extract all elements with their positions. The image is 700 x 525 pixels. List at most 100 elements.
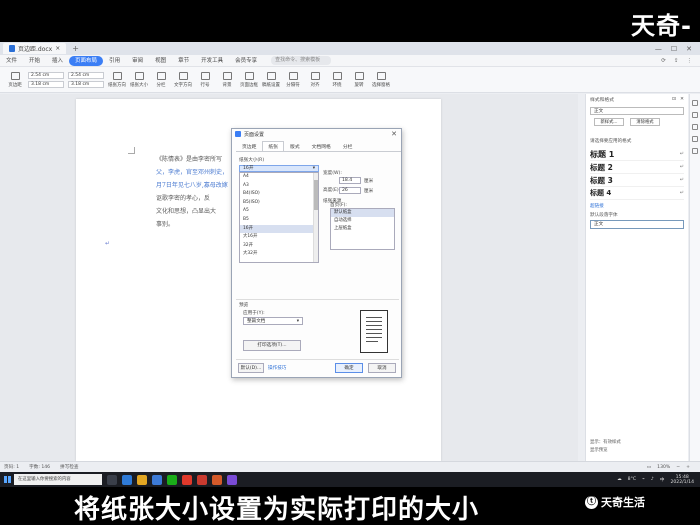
background-button[interactable]: 背景: [218, 69, 236, 91]
menu-developer[interactable]: 开发工具: [195, 56, 229, 66]
menu-home[interactable]: 开始: [23, 56, 46, 66]
style-hyperlink[interactable]: 超链接: [590, 203, 684, 209]
paper-size-button[interactable]: 纸张大小: [130, 69, 148, 91]
orientation-button[interactable]: 纸张方向: [108, 69, 126, 91]
style-default-font[interactable]: 默认段落字体: [590, 212, 684, 218]
ppt-icon[interactable]: [212, 474, 222, 485]
text-direction-button[interactable]: 文字方向: [174, 69, 192, 91]
style-heading-3[interactable]: 标题 3 ↵: [590, 174, 684, 187]
media-icon[interactable]: [227, 474, 237, 485]
list-item[interactable]: 大32开: [240, 250, 318, 259]
width-input[interactable]: 18.4: [339, 177, 361, 184]
list-item-selected[interactable]: 默认纸盒: [331, 209, 394, 217]
start-button[interactable]: [0, 472, 14, 487]
height-input[interactable]: 26: [339, 187, 361, 194]
list-item[interactable]: A3: [240, 182, 318, 191]
close-tab-icon[interactable]: ×: [55, 45, 60, 52]
scroll-thumb[interactable]: [314, 180, 318, 210]
ok-button[interactable]: 确定: [335, 363, 363, 373]
print-options-button[interactable]: 打印选项(T)...: [243, 340, 301, 351]
new-tab-icon[interactable]: +: [72, 44, 79, 53]
clear-format-button[interactable]: 清除格式: [630, 118, 660, 126]
tab-columns[interactable]: 分栏: [337, 141, 359, 151]
pin-icon[interactable]: ⊡: [672, 97, 676, 102]
tips-link[interactable]: 操作技巧: [268, 365, 286, 371]
new-style-button[interactable]: 新样式...: [594, 118, 624, 126]
style-body[interactable]: 正文: [590, 220, 684, 229]
page-number-status[interactable]: 页码: 1: [4, 464, 19, 470]
line-number-button[interactable]: 行号: [196, 69, 214, 91]
zoom-in-icon[interactable]: +: [686, 465, 690, 470]
columns-button[interactable]: 分栏: [152, 69, 170, 91]
menu-review[interactable]: 审阅: [126, 56, 149, 66]
menu-page-layout[interactable]: 页面布局: [69, 55, 104, 66]
share-icon[interactable]: ⇪: [674, 58, 679, 64]
paper-size-select[interactable]: 16开 ▾: [239, 165, 319, 172]
list-scrollbar[interactable]: [313, 173, 318, 262]
align-button[interactable]: 对齐: [306, 69, 324, 91]
tab-doc-grid[interactable]: 文档网格: [306, 141, 337, 151]
shape-icon[interactable]: [692, 136, 698, 142]
network-icon[interactable]: ⌁: [642, 477, 645, 482]
spell-check-status[interactable]: 拼写检查: [60, 464, 78, 470]
clock[interactable]: 15:48 2022/1/14: [670, 475, 694, 485]
more-icon[interactable]: ⋮: [687, 58, 693, 64]
right-margin-field[interactable]: 3.18 cm: [68, 80, 104, 88]
view-mode-icon[interactable]: ▭: [647, 465, 651, 470]
menu-reference[interactable]: 引用: [103, 56, 126, 66]
default-button[interactable]: 默认(D)...: [238, 363, 264, 373]
zoom-level[interactable]: 130%: [657, 465, 670, 470]
menu-insert[interactable]: 插入: [46, 56, 69, 66]
style-heading-1[interactable]: 标题 1 ↵: [590, 148, 684, 161]
volume-icon[interactable]: ♪: [651, 477, 654, 482]
pen-icon[interactable]: [692, 100, 698, 106]
select-icon[interactable]: [692, 124, 698, 130]
weather-icon[interactable]: ☁: [617, 477, 622, 482]
show-styles-select[interactable]: 显示：有效样式: [590, 439, 621, 447]
edge-browser-icon[interactable]: [122, 474, 132, 485]
selection-pane-button[interactable]: 选择窗格: [372, 69, 390, 91]
apply-to-select[interactable]: 整篇文档 ▾: [243, 317, 303, 325]
style-heading-2[interactable]: 标题 2 ↵: [590, 161, 684, 174]
styles-icon[interactable]: [692, 112, 698, 118]
close-pane-icon[interactable]: ✕: [680, 97, 684, 102]
manuscript-button[interactable]: 稿纸设置: [262, 69, 280, 91]
command-search-input[interactable]: 查找命令、搜索模板: [271, 56, 332, 65]
top-margin-field[interactable]: 2.54 cm: [28, 71, 64, 79]
menu-file[interactable]: 文件: [0, 56, 23, 66]
store-icon[interactable]: [152, 474, 162, 485]
sync-icon[interactable]: ⟳: [661, 58, 666, 64]
left-margin-field[interactable]: 3.18 cm: [28, 80, 64, 88]
ime-icon[interactable]: 中: [660, 477, 665, 483]
list-item[interactable]: A4: [240, 173, 318, 182]
list-item[interactable]: 自动选择: [331, 217, 394, 225]
wps-writer-icon[interactable]: [197, 474, 207, 485]
maximize-icon[interactable]: ☐: [671, 45, 677, 53]
tab-layout[interactable]: 版式: [284, 141, 306, 151]
tab-paper[interactable]: 纸张: [262, 141, 285, 151]
tab-margins[interactable]: 页边距: [236, 141, 262, 151]
menu-view[interactable]: 视图: [149, 56, 172, 66]
document-tab[interactable]: 页边距.docx ×: [3, 43, 67, 54]
page-border-button[interactable]: 页面边框: [240, 69, 258, 91]
margins-button[interactable]: 页边距: [6, 69, 24, 91]
taskbar-search-input[interactable]: 在这里输入你要搜索的内容: [14, 474, 102, 485]
list-item[interactable]: 大16开: [240, 233, 318, 242]
rotate-button[interactable]: 旋转: [350, 69, 368, 91]
wechat-icon[interactable]: [167, 474, 177, 485]
list-item[interactable]: B5(ISO): [240, 199, 318, 208]
list-item-selected[interactable]: 16开: [240, 224, 318, 234]
separator-button[interactable]: 分隔符: [284, 69, 302, 91]
menu-section[interactable]: 章节: [172, 56, 195, 66]
list-item[interactable]: 32开: [240, 242, 318, 251]
settings-icon[interactable]: [692, 148, 698, 154]
file-explorer-icon[interactable]: [137, 474, 147, 485]
wps-icon[interactable]: [182, 474, 192, 485]
list-item[interactable]: A5: [240, 207, 318, 216]
bottom-margin-field[interactable]: 2.54 cm: [68, 71, 104, 79]
close-window-icon[interactable]: ✕: [686, 45, 692, 53]
list-item[interactable]: B4(ISO): [240, 190, 318, 199]
menu-vip[interactable]: 会员专享: [229, 56, 263, 66]
current-style-field[interactable]: 正文: [590, 107, 684, 115]
list-item[interactable]: B5: [240, 216, 318, 225]
